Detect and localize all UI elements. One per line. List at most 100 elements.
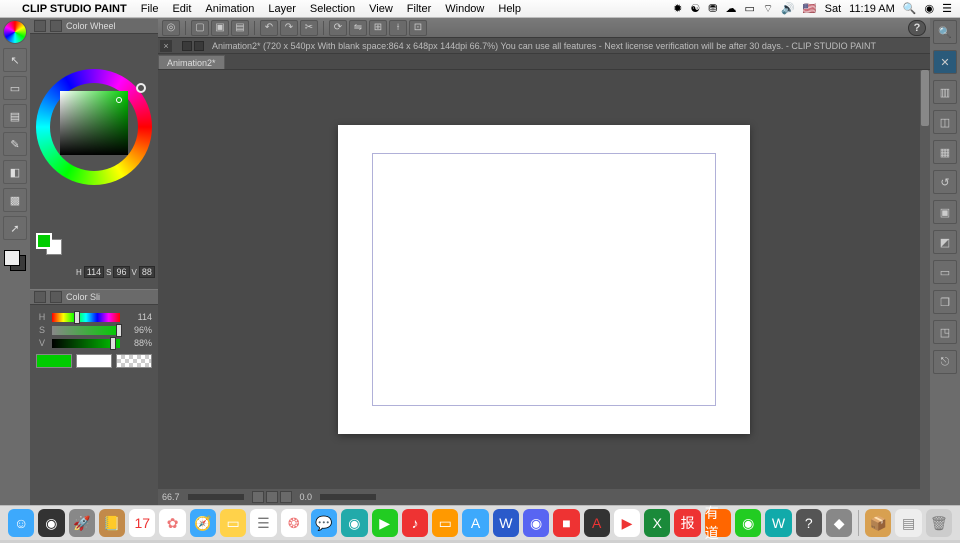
- new-icon[interactable]: ▢: [191, 20, 209, 36]
- auto-icon[interactable]: ▣: [933, 200, 957, 224]
- rotate-icon[interactable]: [280, 491, 292, 503]
- save-icon[interactable]: ▤: [231, 20, 249, 36]
- qq-status-icon[interactable]: ☯: [690, 2, 700, 15]
- slider-bar[interactable]: [52, 313, 120, 322]
- dock-wechat[interactable]: ◉: [735, 509, 761, 537]
- dock-books[interactable]: ▭: [432, 509, 458, 537]
- menu-view[interactable]: View: [369, 3, 393, 15]
- dock-music[interactable]: ♪: [402, 509, 428, 537]
- notification-icon[interactable]: ◉: [925, 2, 935, 15]
- dock-word[interactable]: W: [493, 509, 519, 537]
- menu-edit[interactable]: Edit: [172, 3, 191, 15]
- zoom-slider[interactable]: [188, 494, 244, 500]
- sat-value[interactable]: 96: [113, 266, 129, 278]
- open-icon[interactable]: ▣: [211, 20, 229, 36]
- hue-value[interactable]: 114: [84, 266, 104, 278]
- slider-thumb[interactable]: [74, 311, 80, 324]
- dock-sketch[interactable]: ◆: [826, 509, 852, 537]
- dock-siri[interactable]: ◉: [38, 509, 64, 537]
- panel-dock-icon[interactable]: [50, 291, 62, 303]
- menu-window[interactable]: Window: [445, 3, 484, 15]
- magnify-icon[interactable]: 🔍: [933, 20, 957, 44]
- gradient-tool[interactable]: ▤: [3, 104, 27, 128]
- disk-status-icon[interactable]: ⛃: [708, 2, 717, 15]
- zoom-value[interactable]: 66.7: [162, 492, 180, 502]
- slider-value[interactable]: 88%: [124, 338, 152, 348]
- color-slider-tab[interactable]: Color Sli: [30, 289, 158, 305]
- grid-icon[interactable]: ⊞: [369, 20, 387, 36]
- menu-help[interactable]: Help: [498, 3, 521, 15]
- dock-contacts[interactable]: 📒: [99, 509, 125, 537]
- dock-finder[interactable]: ☺: [8, 509, 34, 537]
- vertical-scrollbar[interactable]: [920, 70, 930, 489]
- shape-tool[interactable]: ◧: [3, 160, 27, 184]
- app-name[interactable]: CLIP STUDIO PAINT: [22, 3, 127, 15]
- menu-filter[interactable]: Filter: [407, 3, 431, 15]
- dock-excel[interactable]: X: [644, 509, 670, 537]
- panel-menu-icon[interactable]: [34, 291, 46, 303]
- slider-thumb[interactable]: [116, 324, 122, 337]
- dock-clipstudio[interactable]: ?: [796, 509, 822, 537]
- dock-discord[interactable]: ◉: [523, 509, 549, 537]
- brush-tool[interactable]: ✎: [3, 132, 27, 156]
- document-tab[interactable]: Animation2*: [158, 55, 225, 69]
- history-icon[interactable]: ↺: [933, 170, 957, 194]
- layer-icon[interactable]: ▥: [933, 80, 957, 104]
- ruler-icon[interactable]: ⟊: [389, 20, 407, 36]
- menu-selection[interactable]: Selection: [310, 3, 355, 15]
- fg-bg-swatch[interactable]: [3, 248, 27, 272]
- panel-menu-icon[interactable]: [34, 20, 46, 32]
- slider-value[interactable]: 114: [124, 312, 152, 322]
- marquee-tool[interactable]: ▭: [3, 76, 27, 100]
- clip-studio-icon[interactable]: ◎: [162, 20, 180, 36]
- dock-trash[interactable]: 🗑: [926, 509, 952, 537]
- dock-appstore[interactable]: A: [462, 509, 488, 537]
- dock-box[interactable]: 📦: [865, 509, 891, 537]
- fit-icon[interactable]: [252, 491, 264, 503]
- item-icon[interactable]: ▦: [933, 140, 957, 164]
- undo-icon[interactable]: ↶: [260, 20, 278, 36]
- folder-icon[interactable]: ▭: [933, 260, 957, 284]
- clock-time[interactable]: 11:19 AM: [849, 3, 895, 15]
- subview-icon[interactable]: ◫: [933, 110, 957, 134]
- stack-icon[interactable]: ❐: [933, 290, 957, 314]
- misc-icon[interactable]: ⎋: [933, 350, 957, 374]
- cut-icon[interactable]: ✂: [300, 20, 318, 36]
- canvas-paper[interactable]: [338, 125, 750, 434]
- wifi-icon[interactable]: ⌔: [763, 2, 773, 16]
- color-wheel-tab[interactable]: Color Wheel: [30, 18, 158, 34]
- snap-icon[interactable]: ⊡: [409, 20, 427, 36]
- pen-tool[interactable]: ➚: [3, 216, 27, 240]
- clock-day[interactable]: Sat: [825, 3, 842, 15]
- slider-bar[interactable]: [52, 326, 120, 335]
- color-chip-pair[interactable]: [36, 233, 62, 255]
- close-doc-icon[interactable]: ×: [160, 40, 172, 52]
- dock-youtube[interactable]: ▶: [614, 509, 640, 537]
- volume-icon[interactable]: 🔊: [781, 2, 795, 15]
- help-icon[interactable]: ?: [908, 20, 926, 36]
- swatch-bg[interactable]: [76, 354, 112, 368]
- wechat-status-icon[interactable]: ✹: [673, 2, 682, 15]
- menu-layer[interactable]: Layer: [268, 3, 296, 15]
- redo-icon[interactable]: ↷: [280, 20, 298, 36]
- dock-roblox[interactable]: ■: [553, 509, 579, 537]
- min-icon[interactable]: [182, 41, 192, 51]
- dock-doc[interactable]: ▤: [895, 509, 921, 537]
- menu-file[interactable]: File: [141, 3, 159, 15]
- sv-cursor[interactable]: [116, 97, 122, 103]
- val-value[interactable]: 88: [139, 266, 155, 278]
- hue-ring-cursor[interactable]: [136, 83, 146, 93]
- material-icon[interactable]: ◩: [933, 230, 957, 254]
- cube-icon[interactable]: ◳: [933, 320, 957, 344]
- max-icon[interactable]: [194, 41, 204, 51]
- dock-cn-app2[interactable]: 有道: [705, 509, 731, 537]
- dock-wechat-dev[interactable]: ❂: [281, 509, 307, 537]
- dock-reminders[interactable]: ☰: [250, 509, 276, 537]
- swatch-fg[interactable]: [36, 354, 72, 368]
- dock-cn-app1[interactable]: 报: [674, 509, 700, 537]
- swatch-transparent[interactable]: [116, 354, 152, 368]
- sv-square[interactable]: [60, 91, 128, 155]
- rotate-slider[interactable]: [320, 494, 376, 500]
- close-panel-icon[interactable]: ✕: [933, 50, 957, 74]
- dock-notes[interactable]: ▭: [220, 509, 246, 537]
